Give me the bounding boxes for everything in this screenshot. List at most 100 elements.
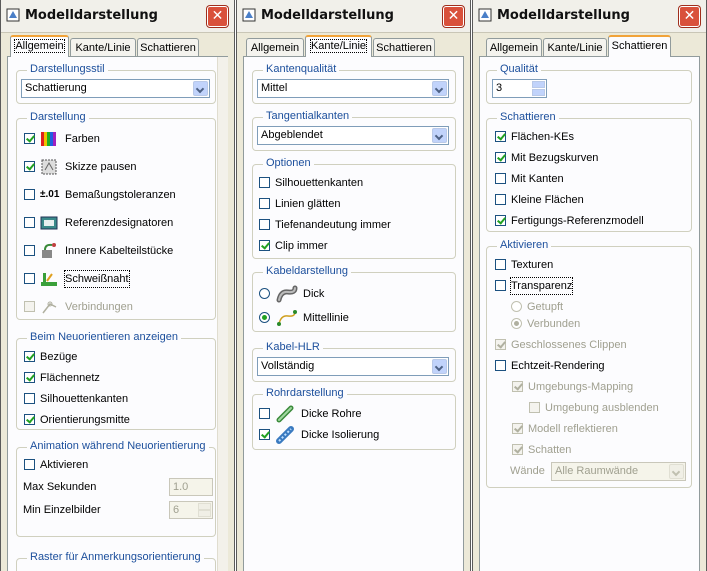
checkbox-row-bemassungstoleranzen[interactable]: ±.01 Bemaßungstoleranzen [24,187,204,203]
title-bar[interactable]: Modelldarstellung ✕ [237,0,470,33]
checkbox[interactable] [24,273,35,284]
checkbox[interactable] [24,161,35,172]
max-sekunden-label: Max Sekunden [23,481,97,493]
checkbox-label: Silhouettenkanten [40,393,129,405]
chevron-down-icon[interactable] [432,81,447,96]
radio-row-dick[interactable]: Dick [259,285,439,303]
checkbox[interactable] [259,219,270,230]
radio-row-mittellinie[interactable]: Mittellinie [259,310,439,326]
checkbox[interactable] [24,414,35,425]
radio-button[interactable] [259,288,270,299]
checkbox-row-verbindungen[interactable]: Verbindungen [24,299,204,315]
qualitaet-stepper[interactable]: 3 [492,79,547,98]
tab-page-allgemein: Darstellungsstil Schattierung Darstellun… [7,56,228,571]
checkbox[interactable] [24,372,35,383]
checkbox-label: Linien glätten [275,198,341,210]
checkbox[interactable] [259,240,270,251]
group-legend: Kantenqualität [263,63,340,75]
checkbox[interactable] [259,408,270,419]
checkbox[interactable] [24,301,35,312]
checkbox[interactable] [495,131,506,142]
checkbox[interactable] [495,280,506,291]
checkbox[interactable] [259,429,270,440]
spin-down-icon[interactable] [198,510,211,517]
close-button[interactable]: ✕ [679,6,700,27]
tab-kante-linie[interactable]: Kante/Linie [305,35,372,57]
chevron-down-icon[interactable] [432,359,447,374]
tab-allgemein[interactable]: Allgemein [486,38,542,56]
chevron-down-icon[interactable] [432,128,447,143]
checkbox[interactable] [495,194,506,205]
checkbox-label: Orientierungsmitte [40,414,130,426]
tab-schattieren[interactable]: Schattieren [608,35,671,57]
checkbox[interactable] [24,133,35,144]
checkbox[interactable] [259,177,270,188]
radio-button[interactable] [259,312,270,323]
tab-schattieren[interactable]: Schattieren [373,38,435,56]
checkbox[interactable] [259,198,270,209]
cable-piece-icon [42,243,56,258]
max-sekunden-field[interactable]: 1.0 [169,478,213,496]
checkbox-label: Texturen [511,259,554,271]
checkbox[interactable] [529,402,540,413]
checkbox[interactable] [495,360,506,371]
radio-button[interactable] [511,318,522,329]
checkbox[interactable] [24,459,35,470]
chevron-down-icon[interactable] [193,81,208,96]
checkbox-row-dicke-isolierung[interactable]: Dicke Isolierung [259,426,439,444]
checkbox-row-schweissnaht[interactable]: Schweißnaht [24,270,204,288]
app-icon [478,8,492,22]
checkbox-row-dicke-rohre[interactable]: Dicke Rohre [259,405,439,423]
chevron-down-icon[interactable] [669,464,684,479]
spin-up-icon[interactable] [198,503,211,510]
window-title: Modelldarstellung [25,8,158,23]
group-kabeldarstellung: Kabeldarstellung Dick Mittellinie [252,265,456,332]
spin-up-icon[interactable] [532,81,545,88]
checkbox-row-referenzdesignatoren[interactable]: Referenzdesignatoren [24,215,204,231]
darstellungsstil-select[interactable]: Schattierung [21,79,210,98]
tab-kante-linie[interactable]: Kante/Linie [543,38,607,56]
checkbox[interactable] [512,423,523,434]
close-button[interactable]: ✕ [443,6,464,27]
reference-designator-icon [40,216,58,230]
radio-label: Dick [303,288,325,300]
checkbox-row-farben[interactable]: Farben [24,131,204,147]
tab-schattieren[interactable]: Schattieren [137,38,199,56]
radio-button[interactable] [511,301,522,312]
checkbox[interactable] [24,393,35,404]
min-einzelbilder-stepper[interactable]: 6 [169,501,213,519]
group-rohrdarstellung: Rohrdarstellung Dicke Rohre Dicke Isolie… [252,387,456,450]
checkbox[interactable] [495,173,506,184]
checkbox[interactable] [495,152,506,163]
tab-kante-linie[interactable]: Kante/Linie [70,38,136,56]
waende-select[interactable]: Alle Raumwände [551,462,686,481]
checkbox[interactable] [495,339,506,350]
kabel-hlr-select[interactable]: Vollständig [257,357,449,376]
checkbox[interactable] [24,189,35,200]
group-legend: Tangentialkanten [263,110,353,122]
checkbox[interactable] [512,444,523,455]
checkbox[interactable] [24,351,35,362]
checkbox[interactable] [512,381,523,392]
checkbox[interactable] [24,245,35,256]
group-legend: Raster für Anmerkungsorientierung [27,551,204,563]
tab-allgemein[interactable]: Allgemein [10,35,69,57]
close-button[interactable]: ✕ [207,6,228,27]
checkbox-label: Referenzdesignatoren [65,217,174,229]
tab-label: Kante/Linie [309,39,368,53]
title-bar[interactable]: Modelldarstellung ✕ [473,0,706,33]
tangentialkanten-select[interactable]: Abgeblendet [257,126,449,145]
checkbox[interactable] [495,259,506,270]
group-raster: Raster für Anmerkungsorientierung [16,551,216,571]
spin-down-icon[interactable] [532,89,545,96]
checkbox[interactable] [24,217,35,228]
kantenqualitaet-select[interactable]: Mittel [257,79,449,98]
tab-allgemein[interactable]: Allgemein [246,38,304,56]
checkbox-row-skizze-pausen[interactable]: Skizze pausen [24,159,204,175]
checkbox-label: Umgebungs-Mapping [528,381,634,393]
title-bar[interactable]: Modelldarstellung ✕ [1,0,234,33]
checkbox-row-kabelteilstuecke[interactable]: Innere Kabelteilstücke [24,243,204,259]
vertical-scrollbar[interactable] [217,57,228,571]
tab-page-schattieren: Qualität 3 Schattieren Flächen-KEs Mit B… [479,56,700,571]
checkbox[interactable] [495,215,506,226]
